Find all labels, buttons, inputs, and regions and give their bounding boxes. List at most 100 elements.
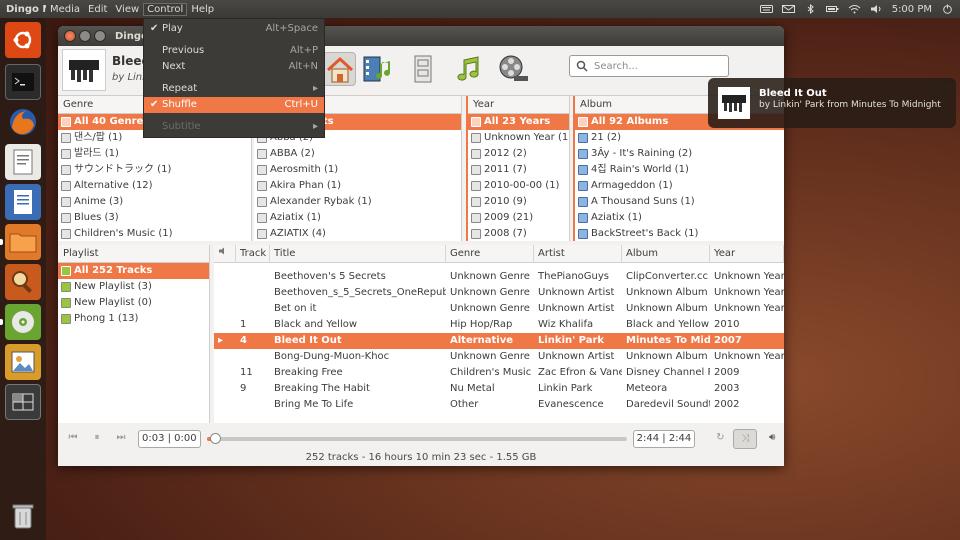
power-icon[interactable] [941,4,954,14]
file-cabinet-icon[interactable] [406,52,440,86]
table-row[interactable]: 9 Breaking The Habit Nu Metal Linkin Park Me… [214,381,784,397]
pause-icon[interactable]: ⏸ [88,432,106,446]
year-item[interactable]: 2010-00-00 (1) [468,178,569,194]
column-artist[interactable]: Artist [534,245,622,263]
menu-item-play[interactable]: ✔ Play Alt+Space [144,21,324,37]
seek-knob[interactable] [210,433,222,444]
artist-item[interactable]: Alexander Rybak (1) [254,194,461,210]
menu-view[interactable]: View [111,4,143,15]
music-note-icon[interactable] [452,52,486,86]
column-album[interactable]: Album [622,245,710,263]
playlist-item[interactable]: All 252 Tracks [58,263,209,279]
year-item[interactable]: 2010 (9) [468,194,569,210]
playlist-item[interactable]: New Playlist (0) [58,295,209,311]
files-icon[interactable] [5,224,41,260]
artist-item[interactable]: ABBA (2) [254,146,461,162]
year-header[interactable]: Year [468,96,569,114]
year-item[interactable]: Unknown Year (13 [468,130,569,146]
volume-icon[interactable]: 🔊︎ [763,432,781,446]
menu-edit[interactable]: Edit [84,4,111,15]
artist-item[interactable]: Aerosmith (1) [254,162,461,178]
playlist-item[interactable]: New Playlist (3) [58,279,209,295]
year-item[interactable]: All 23 Years [468,114,569,130]
album-item[interactable]: Armageddon (1) [575,178,784,194]
genre-item[interactable]: Anime (3) [58,194,251,210]
close-icon[interactable] [64,30,76,42]
artist-item[interactable]: AZIATIX (4) [254,226,461,241]
playlist-header[interactable]: Playlist [58,245,209,263]
album-item[interactable]: A Thousand Suns (1) [575,194,784,210]
menu-item-previous[interactable]: Previous Alt+P [144,43,324,59]
table-row[interactable]: Beethoven_s_5_Secrets_OneRepublic Unknown… [214,285,784,301]
clock[interactable]: 5:00 PM [892,4,932,15]
maximize-icon[interactable] [94,30,106,42]
album-item[interactable]: 4집 Rain's World (1) [575,162,784,178]
table-row[interactable]: Bring Me To Life Other Evanescence Daredevi… [214,397,784,413]
year-item[interactable]: 2009 (21) [468,210,569,226]
wifi-icon[interactable] [848,4,861,14]
genre-item[interactable]: 발라드 (1) [58,146,251,162]
shuffle-icon[interactable]: ⤨ [733,429,758,449]
cell-album: Meteora [626,383,668,394]
bluetooth-icon[interactable] [804,4,817,14]
seek-bar[interactable] [206,433,627,444]
genre-item[interactable]: サウンドトラック (1) [58,162,251,178]
album-item[interactable]: 3Ây - It's Raining (2) [575,146,784,162]
menu-media[interactable]: Media [46,4,84,15]
table-row[interactable]: 1 Black and Yellow Hip Hop/Rap Wiz Khalifa B… [214,317,784,333]
table-row[interactable]: Bong-Dung-Muon-Khoc Unknown Genre Unknown … [214,349,784,365]
video-music-icon[interactable] [360,52,394,86]
menu-item-subtitle[interactable]: Subtitle ▸ [144,119,324,135]
column-track[interactable]: Track [236,245,270,263]
film-reel-icon[interactable] [496,52,530,86]
genre-item[interactable]: Alternative (12) [58,178,251,194]
home-icon[interactable] [322,52,356,86]
column-title[interactable]: Title [270,245,446,263]
column-genre[interactable]: Genre [446,245,534,263]
genre-item[interactable]: Children's Music (1) [58,226,251,241]
artist-item[interactable]: Akira Phan (1) [254,178,461,194]
volume-icon[interactable] [870,4,883,14]
cell-track: 4 [240,335,247,346]
table-row[interactable]: ▸ 4 Bleed It Out Alternative Linkin' Park Min… [214,333,784,349]
previous-icon[interactable]: ⏮ [64,432,82,446]
mail-icon[interactable] [781,4,795,14]
menu-control[interactable]: Control [143,2,188,16]
table-row[interactable]: Beethoven's 5 Secrets Unknown Genre ThePia… [214,269,784,285]
playlist-item[interactable]: Phong 1 (13) [58,311,209,327]
table-row[interactable]: 11 Breaking Free Children's Music Zac Efron… [214,365,784,381]
menu-item-repeat[interactable]: Repeat ▸ [144,81,324,97]
album-item[interactable]: BackStreet's Back (1) [575,226,784,241]
keyboard-icon[interactable] [759,4,773,14]
table-row[interactable]: Bet on it Unknown Genre Unknown Artist Unkn… [214,301,784,317]
next-icon[interactable]: ⏭ [112,432,130,446]
text-editor-icon[interactable] [5,144,41,180]
terminal-icon[interactable] [5,64,41,100]
search-input[interactable]: Search... [569,55,729,77]
disc-icon[interactable] [5,304,41,340]
writer-icon[interactable] [5,184,41,220]
artist-item[interactable]: Aziatix (1) [254,210,461,226]
year-item[interactable]: 2008 (7) [468,226,569,241]
firefox-icon[interactable] [5,104,41,140]
trash-icon[interactable] [5,498,41,534]
column-year[interactable]: Year [710,245,784,263]
ubuntu-dash-icon[interactable] [5,22,41,58]
column-speaker[interactable] [214,245,236,263]
battery-icon[interactable] [825,4,839,14]
workspace-switcher-icon[interactable] [5,384,41,420]
album-item[interactable]: Aziatix (1) [575,210,784,226]
cell-genre: Unknown Genre [450,287,530,298]
photo-viewer-icon[interactable] [5,344,41,380]
cell-title: Bong-Dung-Muon-Khoc [274,351,390,362]
repeat-icon[interactable]: ↻ [711,432,729,446]
menu-item-next[interactable]: Next Alt+N [144,59,324,75]
year-item[interactable]: 2011 (7) [468,162,569,178]
menu-item-shuffle[interactable]: ✔ Shuffle Ctrl+U [144,97,324,113]
minimize-icon[interactable] [79,30,91,42]
menu-help[interactable]: Help [187,4,218,15]
search-tool-icon[interactable] [5,264,41,300]
album-item[interactable]: 21 (2) [575,130,784,146]
genre-item[interactable]: Blues (3) [58,210,251,226]
year-item[interactable]: 2012 (2) [468,146,569,162]
